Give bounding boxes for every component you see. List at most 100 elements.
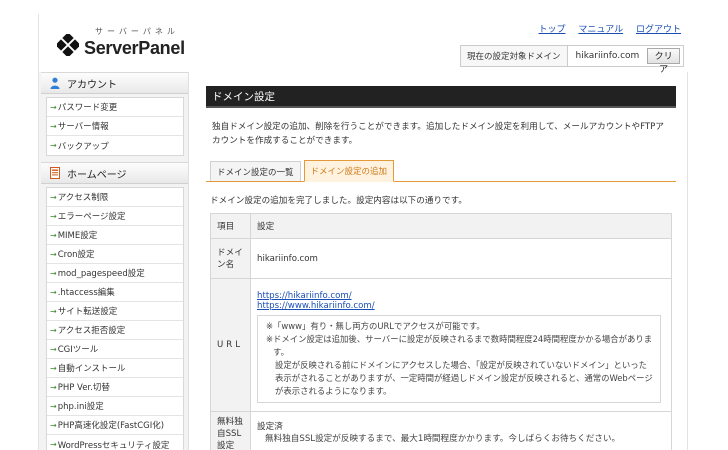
table-row: ドメイン名 hikariinfo.com: [210, 238, 672, 279]
sidebar-section-account[interactable]: アカウント: [41, 72, 188, 94]
person-icon: [50, 77, 60, 89]
arrow-icon: →: [50, 249, 57, 259]
sidebar-section-homepage[interactable]: ホームページ: [41, 162, 188, 184]
current-domain-box: 現在の設定対象ドメイン hikariinfo.com クリア: [460, 45, 684, 75]
arrow-icon: →: [50, 325, 57, 335]
note-line: ※ 「www」有り・無し両方のURLでアクセスが可能です。: [266, 320, 655, 333]
sidebar-list-account: → パスワード変更 → サーバー情報 → バックアップ: [46, 97, 184, 156]
arrow-icon: →: [50, 121, 57, 131]
logo[interactable]: サーバーパネル ServerPanel: [57, 24, 207, 64]
sidebar-item-access-deny[interactable]: → アクセス拒否設定: [47, 321, 183, 340]
arrow-icon: →: [50, 420, 57, 430]
column-header-item: 項目: [210, 213, 251, 239]
sidebar-item-label: Cron設定: [57, 250, 95, 260]
arrow-icon: →: [50, 363, 57, 373]
logo-diamond-icon: [57, 34, 79, 56]
sidebar-item-site-redirect[interactable]: → サイト転送設定: [47, 302, 183, 321]
sidebar-item-php-ini[interactable]: → php.ini設定: [47, 397, 183, 416]
completion-message: ドメイン設定の追加を完了しました。設定内容は以下の通りです。: [210, 196, 467, 206]
arrow-icon: →: [50, 401, 57, 411]
header: サーバーパネル ServerPanel トップ マニュアル ログアウト 現在の設…: [39, 14, 689, 75]
ssl-status: 設定済: [257, 422, 283, 432]
arrow-icon: →: [50, 141, 57, 150]
sidebar-item-php-fastcgi[interactable]: → PHP高速化設定(FastCGI化): [47, 416, 183, 435]
sidebar-item-htaccess[interactable]: → .htaccess編集: [47, 283, 183, 302]
table-row: 無料独自SSL設定 設定済 無料独自SSL設定が反映するまで、最大1時間程度かか…: [210, 411, 672, 450]
arrow-icon: →: [50, 382, 57, 392]
row-key-url: URL: [210, 278, 251, 412]
sidebar-item-label: PHP高速化設定(FastCGI化): [57, 421, 165, 431]
row-key-ssl: 無料独自SSL設定: [210, 411, 251, 450]
row-value-url: https://hikariinfo.com/ https://www.hika…: [250, 278, 672, 412]
page-title: ドメイン設定: [206, 86, 676, 108]
sidebar-item-label: アクセス制限: [57, 193, 109, 203]
sidebar-item-label: php.ini設定: [57, 402, 104, 412]
result-table: 項目 設定 ドメイン名 hikariinfo.com URL https://h…: [210, 213, 672, 450]
logout-link[interactable]: ログアウト: [636, 25, 681, 35]
sidebar-item-label: エラーページ設定: [57, 212, 126, 222]
sidebar-item-backup[interactable]: → バックアップ: [47, 136, 183, 155]
sidebar-item-label: パスワード変更: [57, 103, 118, 113]
arrow-icon: →: [50, 344, 57, 354]
sidebar-item-label: CGIツール: [57, 345, 99, 355]
note-mark: ※: [266, 321, 274, 331]
sidebar-section-title: アカウント: [67, 79, 117, 91]
tab-domain-add[interactable]: ドメイン設定の追加: [303, 160, 395, 182]
row-value-ssl: 設定済 無料独自SSL設定が反映するまで、最大1時間程度かかります。今しばらくお…: [250, 411, 672, 450]
sidebar-item-password[interactable]: → パスワード変更: [47, 98, 183, 117]
sidebar-item-cron[interactable]: → Cron設定: [47, 245, 183, 264]
sidebar-item-pagespeed[interactable]: → mod_pagespeed設定: [47, 264, 183, 283]
sidebar-item-php-version[interactable]: → PHP Ver.切替: [47, 378, 183, 397]
main-content: ドメイン設定 独自ドメイン設定の追加、削除を行うことができます。追加したドメイン…: [206, 86, 676, 450]
sidebar-item-wp-security[interactable]: → WordPressセキュリティ設定: [47, 435, 183, 450]
table-row: URL https://hikariinfo.com/ https://www.…: [210, 278, 672, 412]
sidebar-section-title: ホームページ: [67, 169, 127, 181]
sidebar-item-label: WordPressセキュリティ設定: [57, 440, 170, 450]
sidebar-item-label: アクセス拒否設定: [57, 326, 126, 336]
app-frame: サーバーパネル ServerPanel トップ マニュアル ログアウト 現在の設…: [38, 14, 689, 450]
clear-button[interactable]: クリア: [647, 48, 680, 75]
url-link-http[interactable]: https://hikariinfo.com/: [257, 291, 665, 301]
note-text-reflect: ドメイン設定は追加後、サーバーに設定が反映されるまで数時間程度24時間程度かかる…: [273, 334, 653, 357]
document-icon: [50, 167, 60, 179]
tab-bar: ドメイン設定の一覧 ドメイン設定の追加: [206, 160, 676, 182]
sidebar-item-label: サイト転送設定: [57, 307, 118, 317]
logo-kana: サーバーパネル: [95, 27, 179, 36]
note-text-before-reflect: 設定が反映される前にドメインにアクセスした場合、「設定が反映されていないドメイン…: [275, 360, 653, 396]
sidebar-item-label: mod_pagespeed設定: [57, 269, 145, 279]
sidebar-item-label: バックアップ: [57, 141, 109, 152]
sidebar-item-label: PHP Ver.切替: [57, 383, 110, 393]
intro-text: 独自ドメイン設定の追加、削除を行うことができます。追加したドメイン設定を利用して…: [212, 122, 664, 146]
arrow-icon: →: [50, 211, 57, 221]
sidebar-item-label: MIME設定: [57, 231, 98, 241]
row-value-domain: hikariinfo.com: [250, 238, 672, 279]
sidebar-item-label: .htaccess編集: [57, 288, 115, 298]
arrow-icon: →: [50, 287, 57, 297]
column-header-setting: 設定: [250, 213, 672, 239]
sidebar-item-mime[interactable]: → MIME設定: [47, 226, 183, 245]
row-key-domain: ドメイン名: [210, 238, 251, 279]
note-line: ※ ドメイン設定は追加後、サーバーに設定が反映されるまで数時間程度24時間程度か…: [266, 333, 655, 359]
url-link-www[interactable]: https://www.hikariinfo.com/: [257, 301, 665, 311]
top-links: トップ マニュアル ログアウト: [528, 22, 681, 35]
sidebar-item-label: サーバー情報: [57, 122, 109, 132]
sidebar-item-auto-install[interactable]: → 自動インストール: [47, 359, 183, 378]
sidebar-item-label: 自動インストール: [57, 364, 126, 374]
current-domain-value: hikariinfo.com: [575, 51, 640, 61]
sidebar-list-homepage: → アクセス制限 → エラーページ設定 → MIME設定 → Cron設定 → mod_p…: [46, 187, 184, 450]
arrow-icon: →: [50, 306, 57, 316]
manual-link[interactable]: マニュアル: [578, 25, 623, 35]
logo-text: ServerPanel: [84, 38, 185, 58]
arrow-icon: →: [50, 102, 57, 112]
tab-domain-list[interactable]: ドメイン設定の一覧: [210, 161, 301, 181]
sidebar-item-error-page[interactable]: → エラーページ設定: [47, 207, 183, 226]
table-header-row: 項目 設定: [210, 213, 672, 239]
arrow-icon: →: [50, 268, 57, 278]
sidebar-item-access-limit[interactable]: → アクセス制限: [47, 188, 183, 207]
note-mark: ※: [266, 334, 274, 344]
arrow-icon: →: [50, 230, 57, 240]
arrow-icon: →: [50, 440, 57, 449]
sidebar-item-server-info[interactable]: → サーバー情報: [47, 117, 183, 136]
sidebar-item-cgi-tools[interactable]: → CGIツール: [47, 340, 183, 359]
top-link[interactable]: トップ: [538, 25, 565, 35]
